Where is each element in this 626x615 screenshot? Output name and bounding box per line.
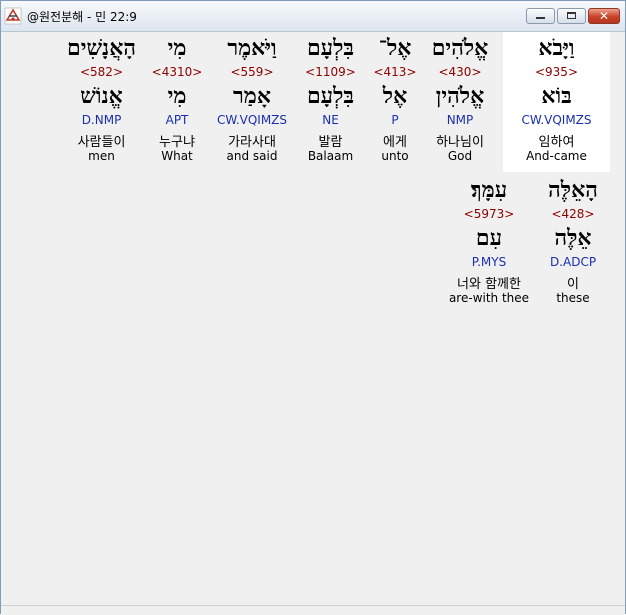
- word-cell[interactable]: הָאֲנָשִׁים <582> אֱנוֹשׁ D.NMP 사람들이 men: [59, 32, 144, 172]
- korean-gloss: 하나님이: [436, 135, 484, 150]
- korean-gloss: 에게: [383, 135, 407, 150]
- word-cell[interactable]: אֶל־ <413> אֶל P 에게 unto: [368, 32, 422, 172]
- hebrew-lemma: אֵלֶּה: [554, 225, 592, 251]
- parse-code: D.ADCP: [549, 255, 597, 269]
- english-gloss: And-came: [526, 149, 587, 163]
- strongs-number[interactable]: <413>: [368, 65, 422, 79]
- word-cell[interactable]: וַיָּבֹא <935> בּוֹא CW.VQIMZS 임하여 And-c…: [503, 32, 610, 172]
- hebrew-word: הָאֵלֶּה: [548, 177, 598, 203]
- hebrew-word: בִּלְעָם: [306, 35, 355, 61]
- hebrew-lemma: בִּלְעָם: [306, 83, 355, 109]
- english-gloss: are-with thee: [448, 291, 530, 305]
- parse-code: D.NMP: [81, 113, 122, 127]
- korean-gloss: 너와 함께한: [457, 277, 521, 292]
- hebrew-lemma: אֶל: [382, 83, 408, 109]
- english-gloss: What: [161, 149, 193, 163]
- parse-code: P.MYS: [471, 255, 507, 269]
- korean-gloss: 누구냐: [159, 135, 195, 150]
- parse-code: CW.VQIMZS: [521, 113, 592, 127]
- word-cell[interactable]: עִמָּךְ׃ <5973> עִם P.MYS 너와 함께한 are-wit…: [443, 174, 535, 314]
- minimize-button[interactable]: [526, 8, 555, 24]
- hebrew-lemma: אֱנוֹשׁ: [80, 83, 123, 109]
- strongs-number[interactable]: <935>: [503, 65, 610, 79]
- english-gloss: unto: [381, 149, 409, 163]
- parse-code: CW.VQIMZS: [216, 113, 288, 127]
- hebrew-lemma: אָמַר: [233, 83, 271, 109]
- strongs-number[interactable]: <428>: [535, 207, 611, 221]
- parse-code: APT: [165, 113, 189, 127]
- strongs-number[interactable]: <5973>: [443, 207, 535, 221]
- parse-code: NMP: [446, 113, 474, 127]
- english-gloss: men: [88, 149, 115, 163]
- word-cell[interactable]: מִי <4310> מִי APT 누구냐 What: [148, 32, 206, 172]
- hebrew-word: עִמָּךְ׃: [470, 177, 508, 203]
- word-cell[interactable]: בִּלְעָם <1109> בִּלְעָם NE 발람 Balaam: [297, 32, 364, 172]
- english-gloss: Balaam: [307, 149, 354, 163]
- hebrew-word: וַיֹּאמֶר: [227, 35, 277, 61]
- strongs-number[interactable]: <430>: [423, 65, 497, 79]
- window-title: @원전분해 - 민 22:9: [27, 10, 137, 24]
- hebrew-word: אֶל־: [378, 35, 412, 61]
- hebrew-word: וַיָּבֹא: [538, 35, 575, 61]
- title-bar[interactable]: @원전분해 - 민 22:9 ✕: [1, 1, 625, 32]
- app-window: @원전분해 - 민 22:9 ✕ וַיָּבֹא <935> בּוֹא CW…: [0, 0, 626, 615]
- hebrew-word: הָאֲנָשִׁים: [66, 35, 136, 61]
- word-cell[interactable]: אֱלֹהִים <430> אֱלֹהִין NMP 하나님이 God: [423, 32, 497, 172]
- hebrew-lemma: בּוֹא: [541, 83, 572, 109]
- hebrew-lemma: עִם: [475, 225, 503, 251]
- hebrew-word: אֱלֹהִים: [431, 35, 489, 61]
- hebrew-word: מִי: [167, 35, 187, 61]
- korean-gloss: 이: [567, 277, 579, 292]
- english-gloss: and said: [226, 149, 278, 163]
- strongs-number[interactable]: <4310>: [148, 65, 206, 79]
- parse-code: P: [391, 113, 399, 127]
- strongs-number[interactable]: <582>: [59, 65, 144, 79]
- strongs-number[interactable]: <559>: [210, 65, 294, 79]
- word-cell[interactable]: הָאֵלֶּה <428> אֵלֶּה D.ADCP 이 these: [535, 174, 611, 314]
- korean-gloss: 임하여: [538, 135, 575, 150]
- korean-gloss: 가라사대: [228, 135, 276, 150]
- close-icon: ✕: [598, 9, 610, 23]
- close-button[interactable]: ✕: [588, 8, 620, 24]
- parse-code: NE: [322, 113, 339, 127]
- hebrew-lemma: אֱלֹהִין: [435, 83, 485, 109]
- app-icon[interactable]: [4, 7, 22, 25]
- english-gloss: these: [556, 291, 590, 305]
- word-cell[interactable]: וַיֹּאמֶר <559> אָמַר CW.VQIMZS 가라사대 and…: [210, 32, 294, 172]
- maximize-button[interactable]: [557, 8, 586, 24]
- english-gloss: God: [447, 149, 473, 163]
- korean-gloss: 발람: [318, 135, 343, 150]
- analysis-panel: וַיָּבֹא <935> בּוֹא CW.VQIMZS 임하여 And-c…: [7, 32, 620, 605]
- korean-gloss: 사람들이: [77, 135, 126, 150]
- hebrew-lemma: מִי: [167, 83, 187, 109]
- strongs-number[interactable]: <1109>: [297, 65, 364, 79]
